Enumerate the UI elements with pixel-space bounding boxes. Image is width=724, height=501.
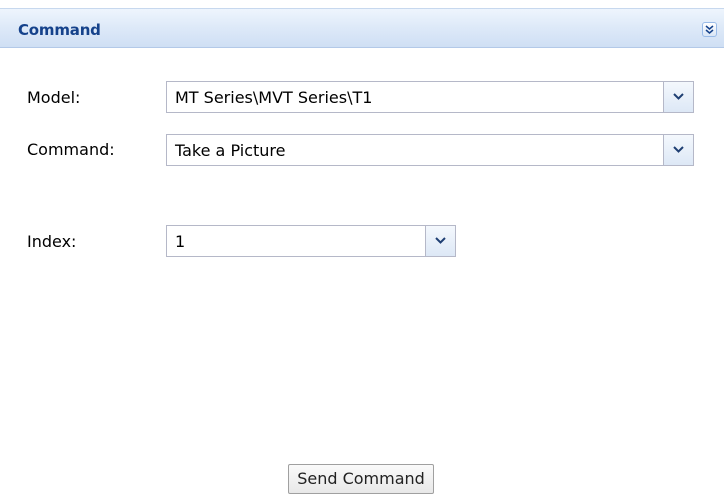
chevron-down-icon bbox=[673, 93, 684, 100]
chevron-down-icon bbox=[435, 237, 446, 244]
index-select-trigger[interactable] bbox=[425, 226, 455, 256]
command-select[interactable]: Take a Picture bbox=[166, 134, 694, 166]
model-select-value: MT Series\MVT Series\T1 bbox=[175, 88, 373, 107]
panel-title: Command bbox=[18, 21, 101, 39]
send-command-button[interactable]: Send Command bbox=[288, 464, 434, 494]
command-label: Command: bbox=[27, 140, 115, 159]
chevron-down-icon bbox=[673, 146, 684, 153]
index-select-value: 1 bbox=[175, 232, 186, 251]
command-select-value: Take a Picture bbox=[175, 141, 286, 160]
index-label: Index: bbox=[27, 232, 77, 251]
index-select[interactable]: 1 bbox=[166, 225, 456, 257]
panel-header: Command bbox=[0, 8, 724, 48]
model-label: Model: bbox=[27, 88, 81, 107]
command-select-trigger[interactable] bbox=[663, 135, 693, 165]
double-chevron-down-icon bbox=[705, 25, 714, 34]
collapse-button[interactable] bbox=[702, 22, 717, 37]
model-select[interactable]: MT Series\MVT Series\T1 bbox=[166, 81, 694, 113]
model-select-trigger[interactable] bbox=[663, 82, 693, 112]
